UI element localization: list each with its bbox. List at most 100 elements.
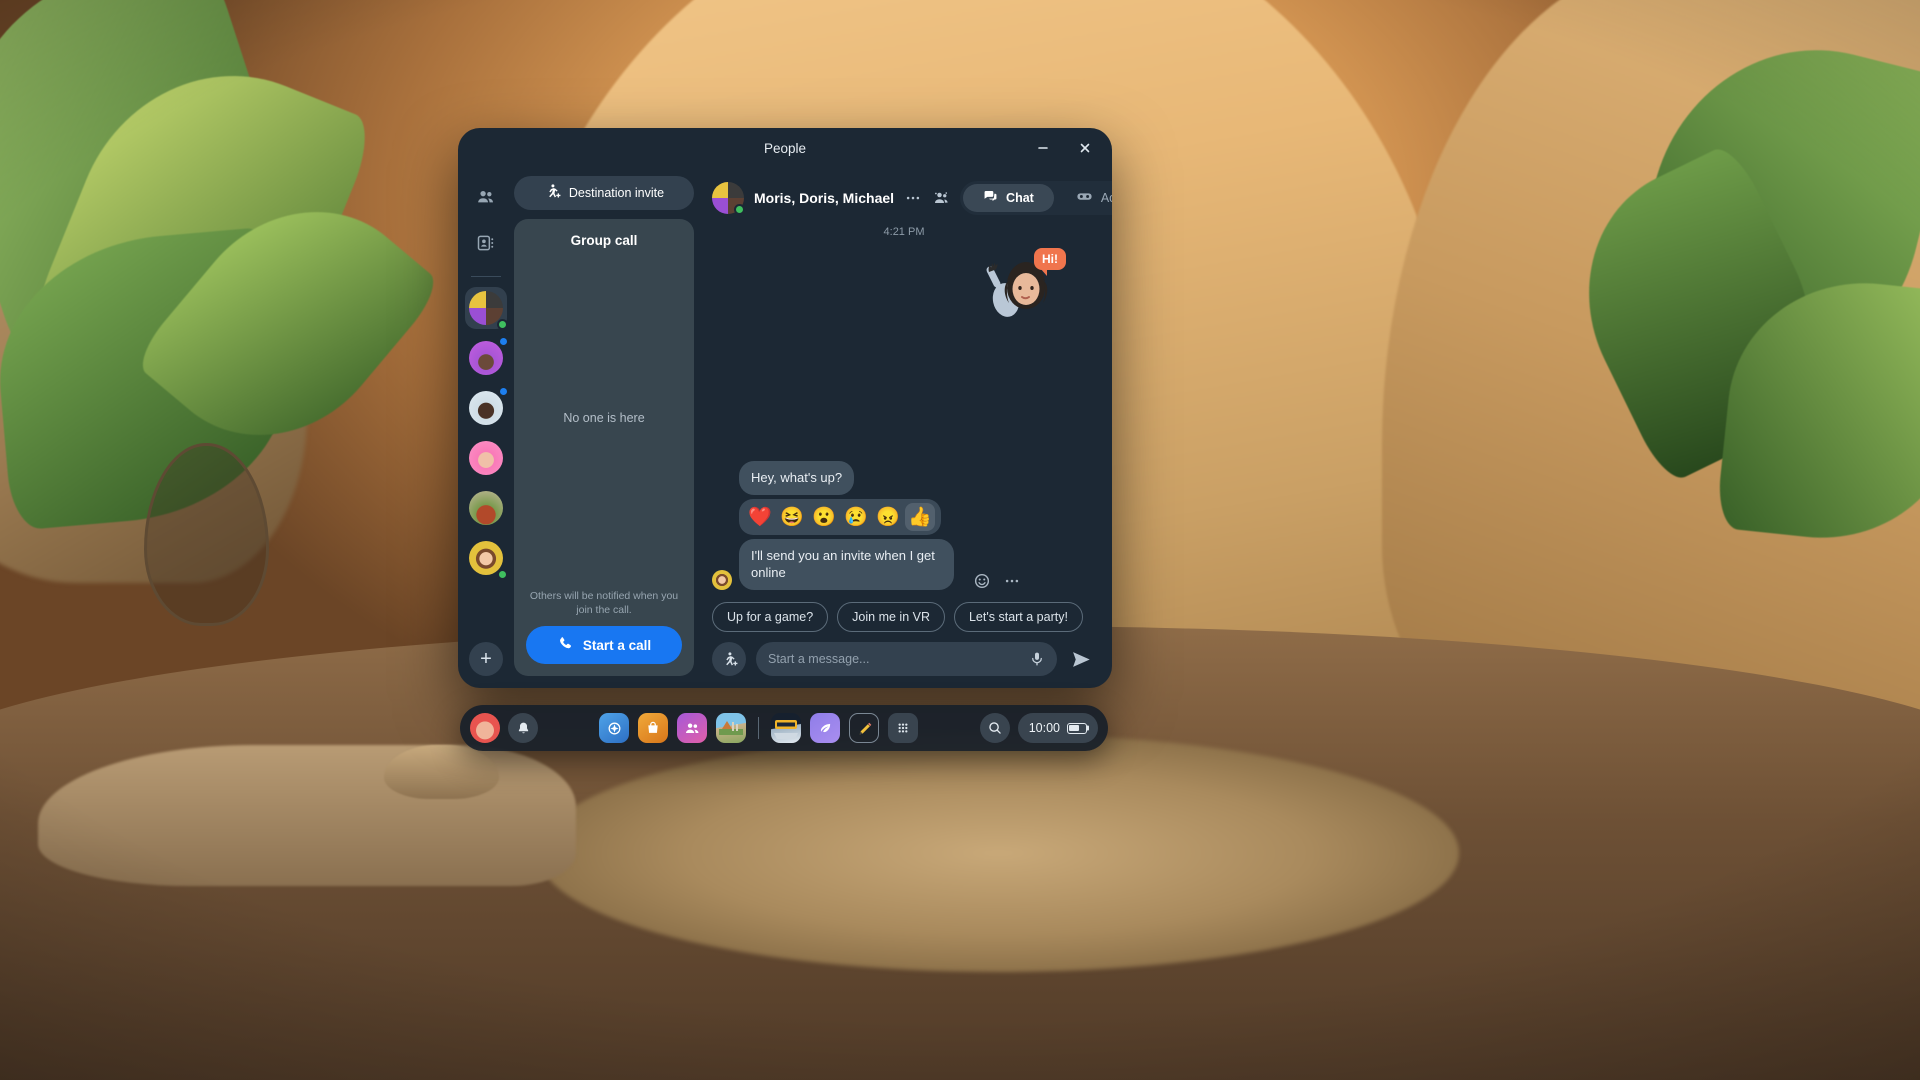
quick-reply-party[interactable]: Let's start a party! — [953, 602, 1083, 632]
search-icon[interactable] — [979, 713, 1010, 743]
start-a-call-button[interactable]: Start a call — [526, 626, 682, 664]
composer-invite-button[interactable] — [712, 642, 746, 676]
explore-app-icon[interactable] — [599, 713, 630, 743]
conversation-name: Moris, Doris, Michael — [754, 190, 895, 206]
tab-chat[interactable]: Chat — [963, 184, 1054, 212]
group-call-card: Group call No one is here Others will be… — [514, 219, 694, 676]
message-composer — [712, 642, 1096, 676]
message-input[interactable] — [768, 652, 1021, 666]
add-conversation-button[interactable]: + — [469, 642, 503, 676]
taskbar-divider — [758, 717, 760, 739]
call-column: Destination invite Group call No one is … — [514, 168, 704, 688]
person-add-icon — [544, 183, 561, 203]
rail-avatar-list — [465, 287, 509, 580]
rail-avatar-5[interactable] — [465, 487, 507, 529]
message-list: 4:21 PM Hi! Hey, what's up? ❤️ 😆 😮 😢 😠 👍… — [712, 220, 1096, 590]
more-options-icon[interactable] — [904, 185, 922, 211]
rail-avatar-6[interactable] — [465, 537, 508, 580]
start-a-call-label: Start a call — [582, 637, 652, 653]
rail-avatar-2[interactable] — [465, 336, 509, 379]
avatar — [469, 441, 503, 475]
chat-activities-tabs: Chat Activities — [960, 181, 1112, 215]
avatar — [712, 570, 732, 590]
status-badge-online — [497, 319, 508, 330]
chat-column: Moris, Doris, Michael Chat A 4:21 PM Hi!… — [704, 168, 1112, 688]
game-app-2-icon[interactable] — [771, 713, 802, 743]
more-options-icon[interactable] — [1003, 572, 1021, 590]
tab-activities[interactable]: Activities — [1056, 184, 1112, 212]
contacts-icon[interactable] — [467, 224, 505, 262]
conversation-avatar[interactable] — [712, 182, 745, 215]
heart-emoji[interactable]: ❤️ — [745, 503, 775, 531]
status-badge-vr — [498, 336, 509, 347]
quick-reply-vr[interactable]: Join me in VR — [837, 602, 945, 632]
rail-avatar-group[interactable] — [465, 287, 508, 330]
taskbar-app-list — [599, 713, 919, 743]
clock-time: 10:00 — [1028, 721, 1060, 735]
tab-activities-label: Activities — [1100, 191, 1112, 205]
avatar — [469, 491, 503, 525]
people-icon[interactable] — [467, 178, 505, 216]
angry-emoji[interactable]: 😠 — [873, 503, 903, 531]
quick-reply-game[interactable]: Up for a game? — [712, 602, 829, 632]
reaction-picker: ❤️ 😆 😮 😢 😠 👍 — [739, 498, 941, 535]
window-body: + Destination invite Group call No one i… — [458, 168, 1112, 688]
sticker-text: Hi! — [1034, 248, 1066, 276]
window-controls — [1030, 135, 1098, 161]
rail-avatar-4[interactable] — [465, 437, 507, 479]
taskbar-avatar[interactable] — [470, 713, 500, 743]
close-button[interactable] — [1072, 135, 1098, 161]
avatar — [469, 341, 503, 375]
sticker-message-row: Hi! — [712, 248, 1096, 322]
minimize-button[interactable] — [1030, 135, 1056, 161]
chat-bubble-icon — [983, 189, 998, 207]
status-badge-online — [734, 204, 745, 215]
laughing-emoji[interactable]: 😆 — [777, 503, 807, 531]
message-timestamp: 4:21 PM — [883, 226, 925, 238]
group-call-title: Group call — [570, 233, 638, 248]
microphone-icon[interactable] — [1029, 651, 1045, 667]
destination-invite-button[interactable]: Destination invite — [514, 176, 694, 210]
destination-invite-label: Destination invite — [568, 186, 665, 200]
vr-headset-icon — [1076, 188, 1093, 208]
message-bubble[interactable]: Hey, what's up? — [739, 461, 855, 495]
status-badge-vr — [498, 386, 509, 397]
avatar-sticker[interactable]: Hi! — [980, 248, 1066, 322]
message-group: Hey, what's up? ❤️ 😆 😮 😢 😠 👍 I'll send y… — [712, 461, 1096, 590]
quick-reply-list: Up for a game? Join me in VR Let's start… — [712, 602, 1096, 632]
clock-battery[interactable]: 10:00 — [1017, 713, 1098, 743]
conversation-header: Moris, Doris, Michael Chat A — [712, 176, 1112, 220]
notifications-bell-icon[interactable] — [508, 713, 538, 743]
people-window: People + Destination invite Group call N… — [458, 128, 1112, 688]
pencil-app-icon[interactable] — [849, 713, 880, 743]
app-grid-icon[interactable] — [888, 713, 919, 743]
send-icon[interactable] — [1067, 645, 1096, 674]
message-bubble[interactable]: I'll send you an invite when I get onlin… — [739, 538, 954, 590]
people-app-icon[interactable] — [677, 713, 708, 743]
battery-icon — [1067, 722, 1087, 734]
status-badge-online — [497, 569, 508, 580]
game-app-1-icon[interactable] — [716, 713, 747, 743]
message-actions — [973, 572, 1021, 590]
message-input-wrap[interactable] — [756, 642, 1057, 676]
browser-app-icon[interactable] — [810, 713, 841, 743]
group-call-empty-text: No one is here — [563, 411, 645, 426]
left-rail: + — [458, 168, 514, 688]
window-title: People — [763, 140, 807, 156]
group-call-note: Others will be notified when you join th… — [529, 589, 679, 616]
avatar — [469, 391, 503, 425]
thumbs-up-emoji[interactable]: 👍 — [905, 502, 935, 531]
react-smiley-icon[interactable] — [973, 572, 991, 590]
store-app-icon[interactable] — [638, 713, 669, 743]
sad-emoji[interactable]: 😢 — [841, 503, 871, 531]
message-row: Hey, what's up? — [712, 461, 1096, 495]
rail-divider — [471, 276, 501, 277]
taskbar: 10:00 — [460, 705, 1108, 751]
add-people-icon[interactable] — [932, 185, 950, 211]
phone-icon — [557, 635, 574, 655]
surprised-emoji[interactable]: 😮 — [809, 503, 839, 531]
rail-avatar-3[interactable] — [465, 386, 509, 429]
window-titlebar: People — [458, 128, 1112, 168]
message-row: I'll send you an invite when I get onlin… — [712, 538, 1096, 590]
tab-chat-label: Chat — [1006, 191, 1034, 205]
